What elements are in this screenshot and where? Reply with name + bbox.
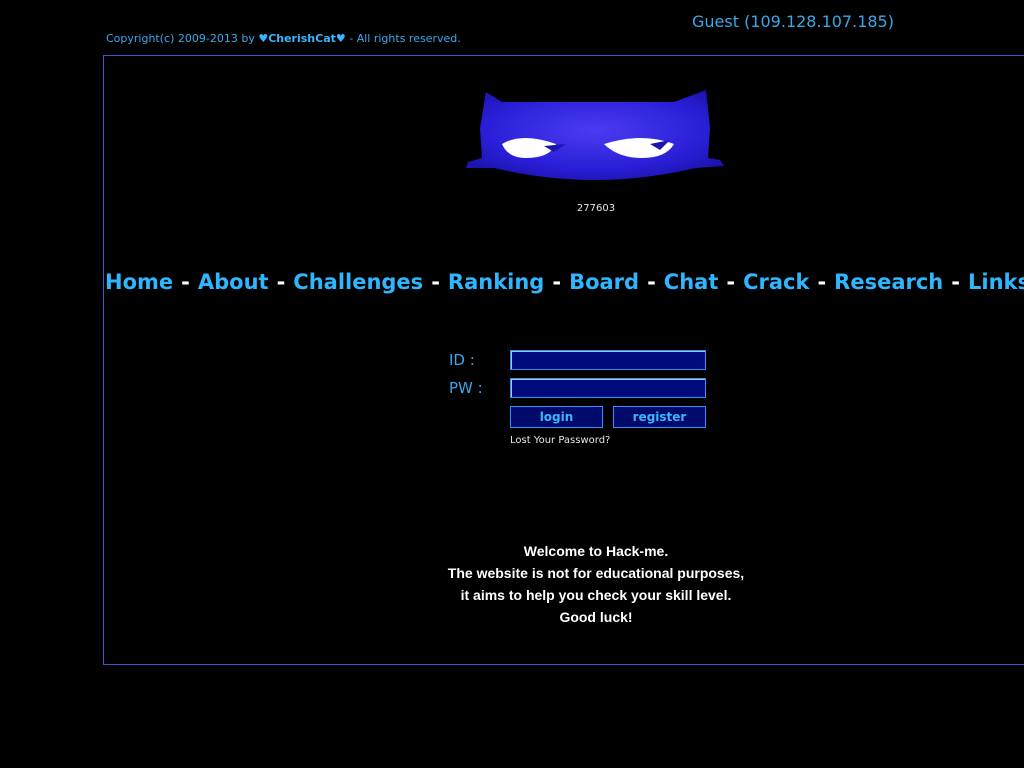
guest-ip-label: Guest (109.128.107.185) [692,12,894,31]
copyright-suffix: - All rights reserved. [345,32,461,45]
nav-separator: - [951,270,960,294]
pw-label: PW : [449,379,483,397]
nav-separator: - [817,270,827,294]
nav-board[interactable]: Board [569,270,639,294]
nav-separator: - [552,270,562,294]
welcome-line: it aims to help you check your skill lev… [460,587,732,603]
nav-crack[interactable]: Crack [743,270,809,294]
nav-separator: - [726,270,736,294]
page: Guest (109.128.107.185) Copyright(c) 200… [0,0,1024,768]
author-link[interactable]: ♥CherishCat♥ [258,32,345,45]
welcome-message: Welcome to Hack-me. The website is not f… [396,540,796,628]
id-label: ID : [449,351,475,369]
lost-password-link[interactable]: Lost Your Password? [510,435,610,446]
id-input[interactable] [510,350,706,370]
nav-chat[interactable]: Chat [664,270,719,294]
nav-separator: - [431,270,440,294]
main-nav: Home - About - Challenges - Ranking - Board - Chat… [105,270,1024,294]
welcome-line: Welcome to Hack-me. [523,543,669,559]
nav-about[interactable]: About [198,270,269,294]
copyright-notice: Copyright(c) 2009-2013 by ♥CherishCat♥ -… [106,32,461,45]
nav-challenges[interactable]: Challenges [293,270,423,294]
register-button[interactable]: register [613,406,706,428]
nav-separator: - [181,270,190,294]
pw-input[interactable] [510,378,706,398]
copyright-prefix: Copyright(c) 2009-2013 by [106,32,259,45]
visitor-counter: 277603 [576,203,616,214]
welcome-line: The website is not for educational purpo… [447,565,745,581]
cat-face-icon [466,90,724,180]
nav-separator: - [647,270,656,294]
nav-separator: - [276,270,286,294]
nav-ranking[interactable]: Ranking [448,270,544,294]
nav-research[interactable]: Research [834,270,943,294]
nav-home[interactable]: Home [105,270,173,294]
nav-links[interactable]: Links [968,270,1024,294]
login-button[interactable]: login [510,406,603,428]
welcome-line: Good luck! [559,609,633,625]
